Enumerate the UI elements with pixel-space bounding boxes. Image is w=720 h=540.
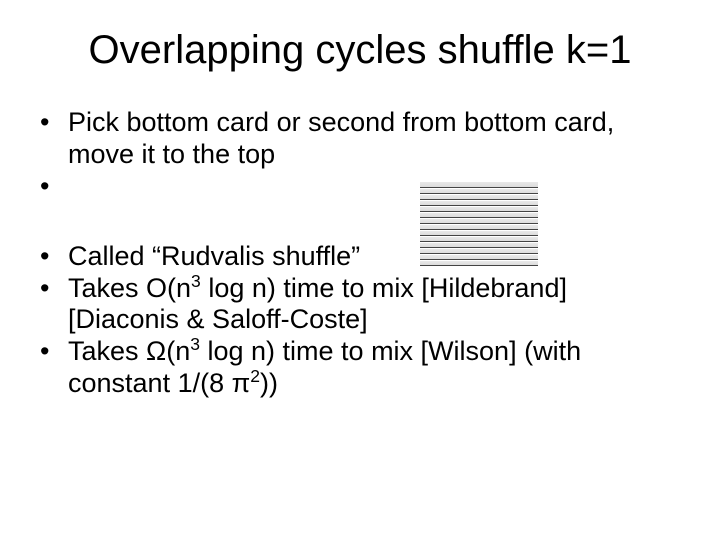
bullet-4-end: )) [260, 368, 278, 398]
slide: Overlapping cycles shuffle k=1 Pick bott… [0, 0, 720, 540]
bullet-2-text: Called “Rudvalis shuffle” [68, 241, 360, 271]
bullet-gap [40, 171, 680, 241]
bullet-2: Called “Rudvalis shuffle” [40, 241, 680, 273]
bullet-3: Takes O(n3 log n) time to mix [Hildebran… [40, 273, 680, 337]
bullet-list: Pick bottom card or second from bottom c… [40, 107, 680, 400]
card-stack-icon [420, 182, 538, 267]
bullet-1: Pick bottom card or second from bottom c… [40, 107, 680, 171]
bullet-3-sup: 3 [191, 271, 201, 291]
bullet-4-pre: Takes Ω(n [68, 336, 190, 366]
bullet-4-sup: 3 [190, 334, 200, 354]
bullet-4: Takes Ω(n3 log n) time to mix [Wilson] (… [40, 336, 680, 400]
bullet-4-sup2: 2 [250, 366, 260, 386]
bullet-3-pre: Takes O(n [68, 273, 191, 303]
slide-title: Overlapping cycles shuffle k=1 [40, 28, 680, 73]
bullet-1-text: Pick bottom card or second from bottom c… [68, 107, 614, 169]
